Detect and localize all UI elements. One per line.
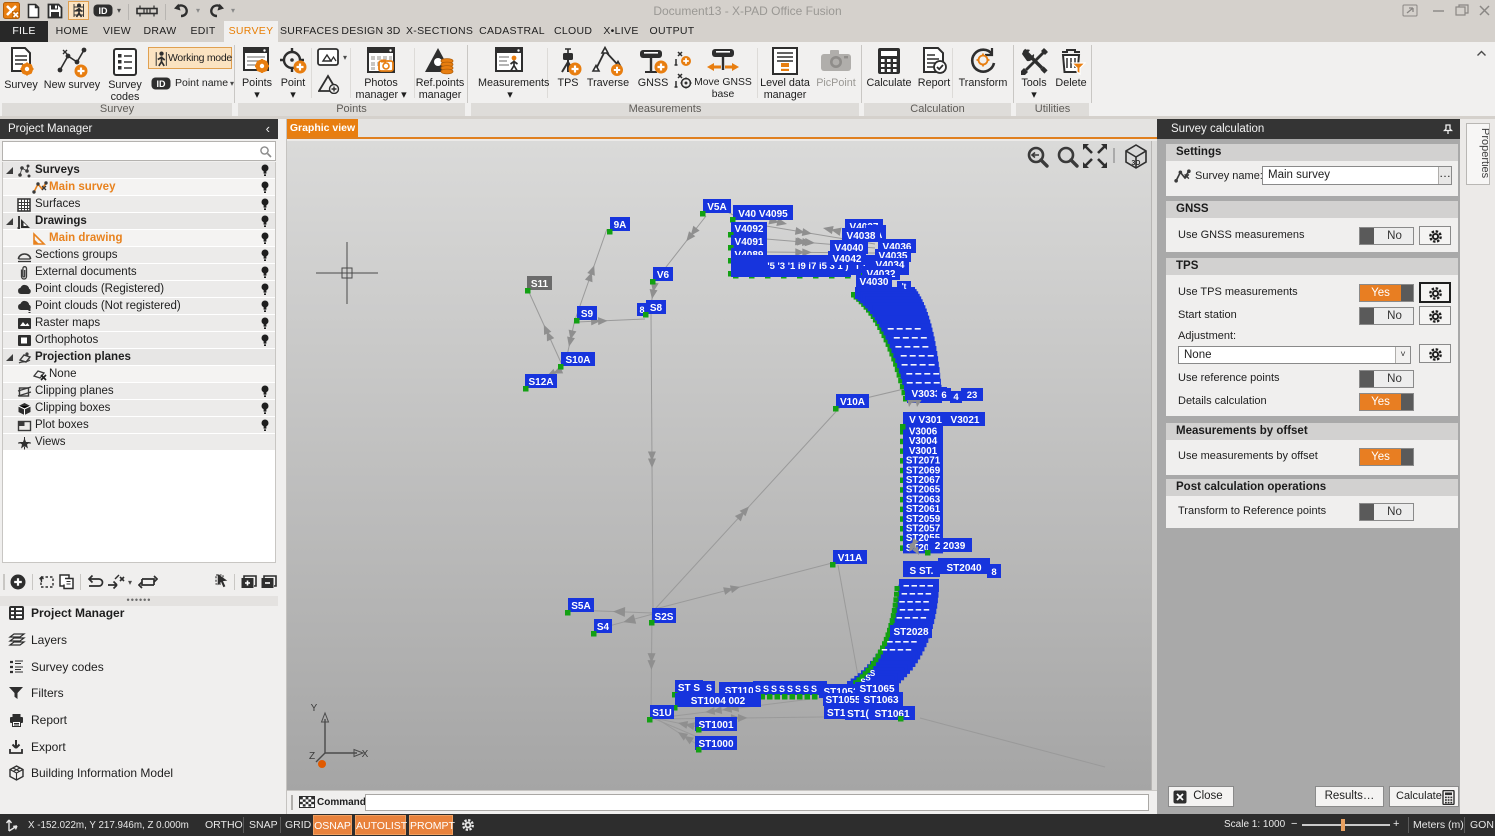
svg-text:23: 23 (967, 390, 978, 401)
svg-text:S: S (795, 684, 801, 694)
svg-text:S10A: S10A (565, 355, 590, 366)
svg-text:9A: 9A (614, 220, 627, 231)
svg-text:ST1(: ST1( (847, 709, 869, 720)
svg-text:V4092: V4092 (735, 224, 764, 235)
svg-text:V5A: V5A (707, 202, 726, 213)
svg-text:S: S (865, 673, 871, 682)
svg-text:8: 8 (991, 567, 996, 578)
svg-text:S: S (771, 684, 777, 694)
svg-text:S1U: S1U (652, 708, 671, 719)
svg-text:S2S: S2S (655, 612, 674, 623)
svg-text:2 2039: 2 2039 (935, 541, 966, 552)
svg-text:V4042: V4042 (833, 254, 862, 265)
svg-text:ST1055: ST1055 (825, 695, 860, 706)
svg-text:S: S (779, 684, 785, 694)
svg-text:ST1061: ST1061 (874, 709, 909, 720)
svg-text:6: 6 (941, 390, 946, 401)
svg-text:V3021: V3021 (951, 415, 980, 426)
svg-text:S9: S9 (581, 309, 594, 320)
svg-text:ST1004 002: ST1004 002 (691, 696, 746, 707)
svg-text:ST1001: ST1001 (698, 720, 733, 731)
svg-text:S12A: S12A (528, 377, 553, 388)
svg-text:V4030: V4030 (860, 277, 889, 288)
svg-text:S5A: S5A (571, 601, 590, 612)
svg-text:S8: S8 (650, 303, 663, 314)
svg-text:3D: 3D (1132, 160, 1141, 167)
svg-text:X: X (362, 749, 369, 760)
svg-text:Z: Z (309, 751, 315, 762)
svg-text:V3033: V3033 (912, 389, 941, 400)
svg-text:S: S (763, 684, 769, 694)
svg-text:ST S: ST S (678, 683, 701, 694)
svg-text:ID: ID (157, 79, 167, 89)
svg-text:ID: ID (99, 6, 109, 16)
svg-text:S: S (870, 669, 876, 678)
svg-text:S: S (811, 684, 817, 694)
svg-text:Y: Y (311, 703, 318, 714)
svg-text:ST1000: ST1000 (698, 739, 733, 750)
svg-text:V V301: V V301 (909, 415, 942, 426)
svg-text:S: S (755, 684, 761, 694)
svg-text:V40 V4095: V40 V4095 (738, 209, 788, 220)
svg-text:S: S (706, 683, 712, 693)
svg-text:V6: V6 (657, 270, 670, 281)
svg-text:Properties: Properties (1479, 128, 1489, 179)
svg-text:ST1063: ST1063 (863, 695, 898, 706)
svg-text:V10A: V10A (840, 397, 865, 408)
svg-text:S: S (803, 684, 809, 694)
svg-text:S: S (787, 684, 793, 694)
svg-text:V4091: V4091 (735, 237, 764, 248)
svg-text:V11A: V11A (838, 553, 862, 564)
svg-text:ST2040: ST2040 (946, 563, 981, 574)
svg-text:4: 4 (953, 392, 959, 403)
svg-text:S4: S4 (597, 622, 610, 633)
svg-text:S11: S11 (531, 279, 549, 290)
svg-text:ST2028: ST2028 (893, 627, 928, 638)
svg-text:S ST.: S ST. (910, 566, 934, 577)
svg-text:'t: 't (902, 282, 907, 291)
